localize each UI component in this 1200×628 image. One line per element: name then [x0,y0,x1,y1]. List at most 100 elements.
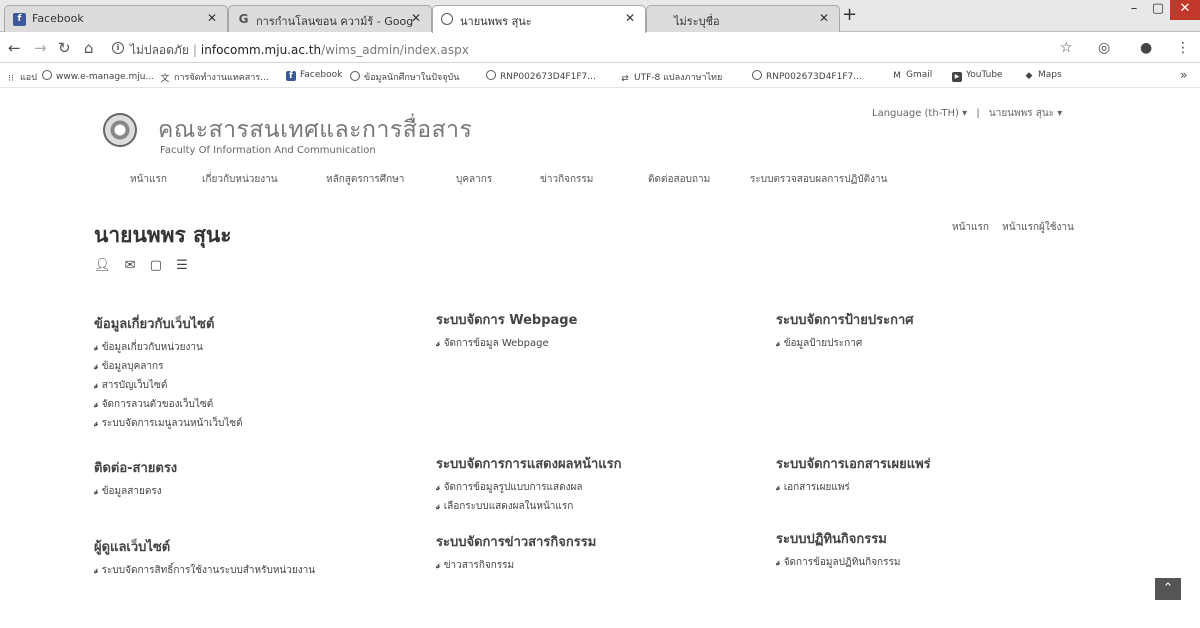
site-title-english: Faculty Of Information And Communication [160,145,376,156]
link-icon: 𝓈 [94,565,98,576]
bookmark-e-manage[interactable]: www.e-manage.mju... [42,70,154,82]
close-icon[interactable]: ✕ [819,11,829,25]
url-host: infocomm.mju.ac.th [200,43,322,57]
globe-icon [42,70,52,80]
tab-active-page[interactable]: นายนพพร สุนะ ✕ [432,5,646,33]
bookmarks-bar: ⁝⁝ แอป www.e-manage.mju... 文การจัดทำงานแท… [0,64,1200,88]
forward-arrow-icon[interactable]: → [34,39,47,57]
nav-performance-check[interactable]: ระบบตรวจสอบผลการปฏิบัติงาน [750,172,888,187]
close-icon[interactable]: ✕ [411,11,421,25]
link-icon: 𝓈 [436,501,440,512]
breadcrumb: หน้าแรก หน้าแรกผู้ใช้งาน [942,220,1074,235]
section-title: ข้อมูลเกี่ยวกับเว็บไซต์ [94,317,215,332]
scroll-to-top-button[interactable]: ⌃ [1155,578,1181,600]
bookmark-rnp-2[interactable]: RNP002673D4F1F7... [752,70,862,82]
tab-title: นายนพพร สุนะ [460,15,532,28]
breadcrumb-home[interactable]: หน้าแรก [952,222,989,233]
google-icon: G [238,12,249,26]
globe-icon [486,70,496,80]
window-close-icon[interactable]: ✕ [1170,0,1200,20]
kebab-menu-icon[interactable]: ⋮ [1176,40,1190,56]
list-icon[interactable]: ☰ [176,258,188,273]
bookmark-youtube[interactable]: ▶ YouTube [952,70,1003,82]
incognito-profile-icon[interactable]: ● [1140,40,1152,56]
back-arrow-icon[interactable]: ← [8,39,21,57]
link-announcement-data[interactable]: 𝓈 ข้อมูลป้ายประกาศ [776,334,914,353]
section-title: ระบบจัดการเอกสารเผยแพร่ [776,457,931,472]
section-activity-news: ระบบจัดการข่าวสารกิจกรรม 𝓈 ข่าวสารกิจกรรม [436,531,596,575]
tab-incognito[interactable]: ไม่ระบุชื่อ ✕ [646,5,840,32]
new-tab-button[interactable]: + [842,4,857,25]
bookmark-thai-docs[interactable]: 文การจัดทำงานแทคสาร... [160,70,268,84]
bookmark-apps[interactable]: ⁝⁝ แอป [6,70,37,84]
language-dropdown[interactable]: Language (th-TH) ▾ [872,108,967,119]
tab-google[interactable]: G การกำนโลนขอน ความ์ร้ - Goog ✕ [228,5,432,32]
link-staff-info[interactable]: 𝓈 ข้อมูลบุคลากร [94,357,243,376]
section-title: ระบบปฏิทินกิจกรรม [776,532,887,547]
link-direct-line[interactable]: 𝓈 ข้อมูลสายตรง [94,482,177,501]
apps-grid-icon: ⁝⁝ [8,74,14,84]
link-permission-manager[interactable]: 𝓈 ระบบจัดการสิทธิ์การใช้งานระบบสำหรับหน่ว… [94,561,315,580]
tab-facebook[interactable]: f Facebook ✕ [4,5,228,32]
link-manage-calendar[interactable]: 𝓈 จัดการข้อมูลปฏิทินกิจกรรม [776,553,900,572]
header-top-right: Language (th-TH) ▾ | นายนพพร สุนะ ▾ [872,108,1063,119]
extension-icon[interactable]: ◎ [1098,40,1110,56]
globe-icon [441,13,453,25]
chat-icon[interactable]: ▢ [150,258,162,273]
nav-activity-news[interactable]: ข่าวกิจกรรม [540,172,593,187]
facebook-icon: f [286,71,296,81]
user-icon[interactable]: 👤︎ [94,258,111,273]
facebook-icon: f [13,13,26,26]
link-icon: 𝓈 [94,380,98,391]
bookmark-utf8[interactable]: ⇄ UTF-8 แปลงภาษาไทย [620,70,722,84]
faculty-logo[interactable] [103,113,137,147]
more-bookmarks-icon[interactable]: » [1180,68,1187,82]
reload-icon[interactable]: ↻ [58,39,71,57]
tab-title: Facebook [32,12,84,25]
user-menu-dropdown[interactable]: นายนพพร สุนะ ▾ [989,108,1062,119]
link-activity-news[interactable]: 𝓈 ข่าวสารกิจกรรม [436,556,596,575]
page-title: นายนพพร สุนะ [94,223,232,247]
globe-icon [350,71,360,81]
url-field[interactable]: ไม่ปลอดภัย | infocomm.mju.ac.th/wims_admin… [130,41,469,60]
section-webpage-manager: ระบบจัดการ Webpage 𝓈 จัดการข้อมูล Webpage [436,309,577,353]
close-icon[interactable]: ✕ [207,11,217,25]
link-icon: 𝓈 [776,557,780,568]
link-org-info[interactable]: 𝓈 ข้อมูลเกี่ยวกับหน่วยงาน [94,338,243,357]
gmail-icon: M [893,71,901,81]
link-icon: 𝓈 [94,486,98,497]
close-icon[interactable]: ✕ [625,11,635,25]
bookmark-facebook[interactable]: f Facebook [286,70,342,81]
nav-about[interactable]: เกี่ยวกับหน่วยงาน [202,172,278,187]
link-icon: 𝓈 [94,418,98,429]
bookmark-rnp-1[interactable]: RNP002673D4F1F7... [486,70,596,82]
mail-icon[interactable]: ✉︎ [125,258,136,273]
section-homepage-display: ระบบจัดการการแสดงผลหน้าแรก 𝓈 จัดการข้อมูล… [436,453,622,516]
link-display-format[interactable]: 𝓈 จัดการข้อมูลรูปแบบการแสดงผล [436,478,622,497]
section-site-admin: ผู้ดูแลเว็บไซต์ 𝓈 ระบบจัดการสิทธิ์การใช้ง… [94,536,315,580]
bookmark-student-info[interactable]: ข้อมูลนักศึกษาในปัจจุบัน [350,70,459,84]
nav-staff[interactable]: บุคลากร [456,172,492,187]
section-contact-direct: ติดต่อ-สายตรง 𝓈 ข้อมูลสายตรง [94,457,177,501]
info-icon[interactable]: i [112,42,124,54]
link-sitemap[interactable]: 𝓈 สารบัญเว็บไซต์ [94,376,243,395]
bookmark-gmail[interactable]: M Gmail [892,70,932,81]
bookmark-star-icon[interactable]: ☆ [1060,40,1073,56]
nav-contact[interactable]: ติดต่อสอบถาม [648,172,710,187]
link-select-homepage-system[interactable]: 𝓈 เลือกระบบแสดงผลในหน้าแรก [436,497,622,516]
link-site-parts[interactable]: 𝓈 จัดการลวนตัวของเว็บไซต์ [94,395,243,414]
bookmark-maps[interactable]: ◆ Maps [1024,70,1062,81]
link-published-docs[interactable]: 𝓈 เอกสารเผยแพร่ [776,478,931,497]
section-website-info: ข้อมูลเกี่ยวกับเว็บไซต์ 𝓈 ข้อมูลเกี่ยวกับ… [94,313,243,433]
user-toolbar: 👤︎ ✉︎ ▢ ☰ [94,258,198,273]
nav-home[interactable]: หน้าแรก [130,172,167,187]
link-menu-manager[interactable]: 𝓈 ระบบจัดการเมนูลวนหน้าเว็บไซต์ [94,414,243,433]
maximize-icon[interactable]: ▢ [1146,0,1170,20]
section-announcements: ระบบจัดการป้ายประกาศ 𝓈 ข้อมูลป้ายประกาศ [776,309,914,353]
nav-curriculum[interactable]: หลักสูตรการศึกษา [326,172,404,187]
section-title: ผู้ดูแลเว็บไซต์ [94,540,171,555]
link-manage-webpage[interactable]: 𝓈 จัดการข้อมูล Webpage [436,334,577,353]
home-icon[interactable]: ⌂ [84,39,94,57]
breadcrumb-user-home[interactable]: หน้าแรกผู้ใช้งาน [1002,222,1074,233]
minimize-icon[interactable]: – [1122,0,1146,20]
